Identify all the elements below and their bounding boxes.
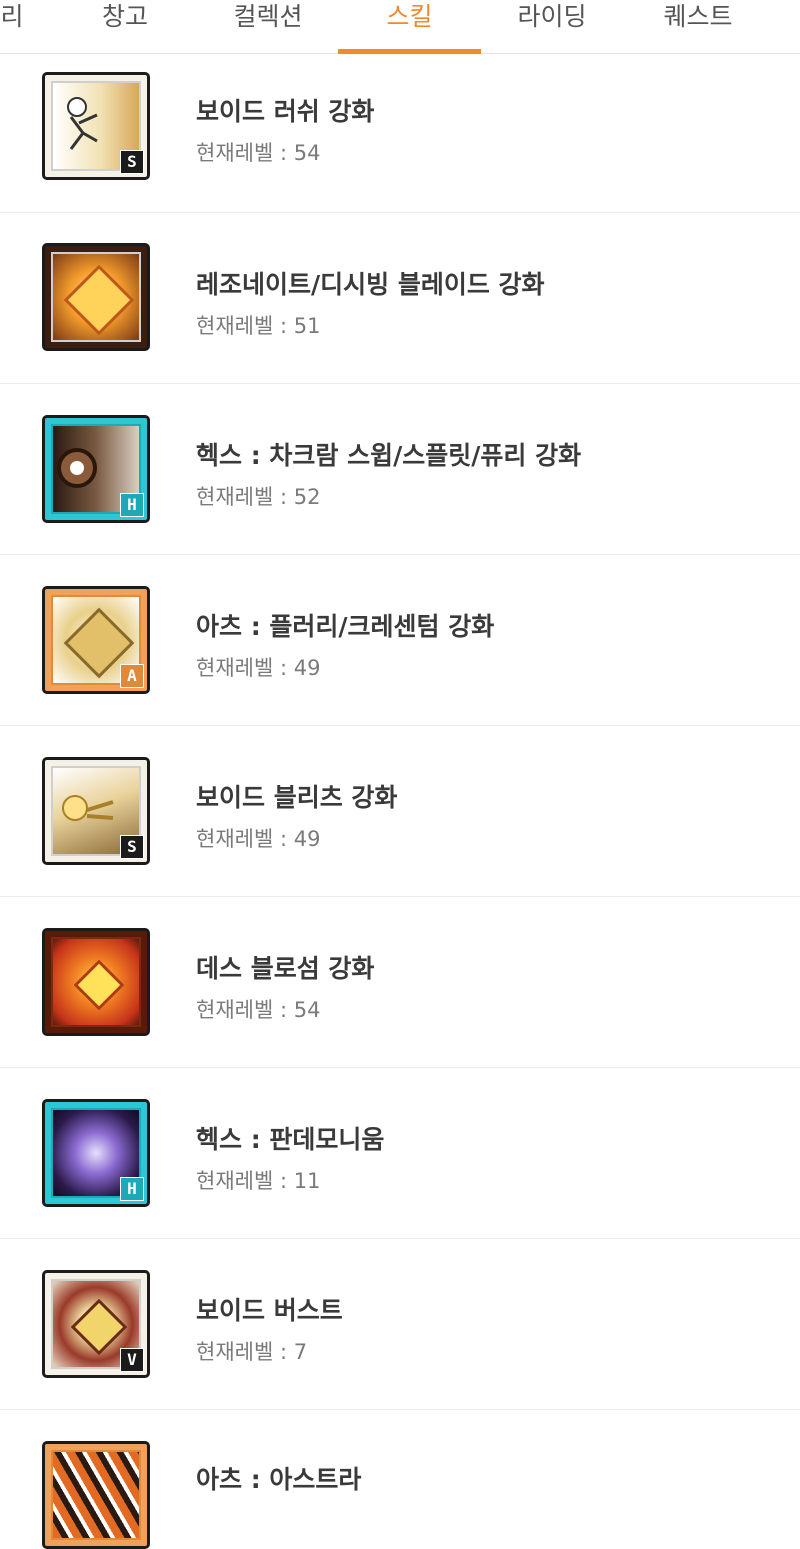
tab-partial[interactable]: 리 <box>0 0 32 53</box>
list-item[interactable]: H 헥스 : 차크람 스윕/스플릿/퓨리 강화 현재레벨 : 52 <box>0 384 800 555</box>
skill-level: 현재레벨 : 54 <box>196 998 321 1022</box>
skill-level: 현재레벨 : 51 <box>196 314 321 338</box>
tab-quest[interactable]: 퀘스트 <box>643 0 753 53</box>
skill-name: 헥스 : 판데모니움 <box>196 1125 385 1154</box>
skill-level: 현재레벨 : 52 <box>196 485 321 509</box>
list-item[interactable]: S 보이드 블리츠 강화 현재레벨 : 49 <box>0 726 800 897</box>
hex-pandemonium-icon: H <box>42 1099 150 1207</box>
tab-bar: 리 창고 컬렉션 스킬 라이딩 퀘스트 <box>0 0 800 54</box>
skill-level: 현재레벨 : 49 <box>196 656 321 680</box>
tab-storage[interactable]: 창고 <box>85 0 165 53</box>
skill-name: 보이드 러쉬 강화 <box>196 97 375 126</box>
skill-level: 현재레벨 : 49 <box>196 827 321 851</box>
list-item[interactable]: V 보이드 버스트 현재레벨 : 7 <box>0 1239 800 1410</box>
list-item[interactable]: S 보이드 러쉬 강화 현재레벨 : 54 <box>0 54 800 213</box>
skill-name: 데스 블로섬 강화 <box>196 954 375 983</box>
skill-level: 현재레벨 : 7 <box>196 1340 308 1364</box>
skill-name: 보이드 블리츠 강화 <box>196 783 398 812</box>
list-item[interactable]: 데스 블로섬 강화 현재레벨 : 54 <box>0 897 800 1068</box>
void-rush-icon: S <box>42 72 150 180</box>
skill-list: S 보이드 러쉬 강화 현재레벨 : 54 레조네이트/디시빙 블레이드 강화 … <box>0 54 800 1549</box>
tab-skill[interactable]: 스킬 <box>338 0 481 54</box>
skill-name: 아츠 : 플러리/크레센텀 강화 <box>196 612 495 641</box>
skill-level: 현재레벨 : 11 <box>196 1169 321 1193</box>
tab-riding[interactable]: 라이딩 <box>497 0 607 53</box>
skill-level: 현재레벨 : 54 <box>196 141 321 165</box>
list-item[interactable]: H 헥스 : 판데모니움 현재레벨 : 11 <box>0 1068 800 1239</box>
death-blossom-icon <box>42 928 150 1036</box>
arts-astra-icon <box>42 1441 150 1549</box>
resonate-blade-icon <box>42 243 150 351</box>
list-item[interactable]: A 아츠 : 플러리/크레센텀 강화 현재레벨 : 49 <box>0 555 800 726</box>
hex-chakram-icon: H <box>42 415 150 523</box>
arts-flurry-icon: A <box>42 586 150 694</box>
void-blitz-icon: S <box>42 757 150 865</box>
skill-name: 아츠 : 아스트라 <box>196 1465 362 1494</box>
list-item[interactable]: 레조네이트/디시빙 블레이드 강화 현재레벨 : 51 <box>0 213 800 384</box>
skill-name: 레조네이트/디시빙 블레이드 강화 <box>196 270 545 299</box>
skill-name: 보이드 버스트 <box>196 1296 343 1325</box>
skill-name: 헥스 : 차크람 스윕/스플릿/퓨리 강화 <box>196 441 582 470</box>
tab-collection[interactable]: 컬렉션 <box>213 0 323 53</box>
void-burst-icon: V <box>42 1270 150 1378</box>
